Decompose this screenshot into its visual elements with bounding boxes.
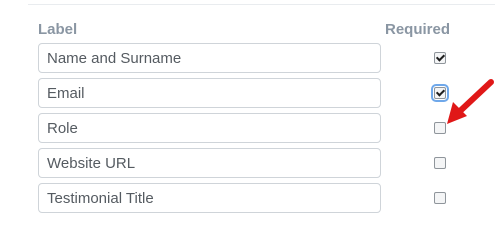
field-row-email: Email xyxy=(38,78,458,108)
top-divider xyxy=(28,4,495,5)
form-fields-panel: Label Required Name and Surname Email Ro… xyxy=(0,0,495,227)
field-label-text: Role xyxy=(47,120,78,137)
field-label-input-testimonial-title[interactable]: Testimonial Title xyxy=(38,183,381,213)
field-row-role: Role xyxy=(38,113,458,143)
field-row-name: Name and Surname xyxy=(38,43,458,73)
required-column-header: Required xyxy=(385,21,451,38)
red-arrow-icon xyxy=(447,79,494,124)
field-label-text: Email xyxy=(47,85,85,102)
field-label-text: Testimonial Title xyxy=(47,190,154,207)
field-label-input-website[interactable]: Website URL xyxy=(38,148,381,178)
field-row-website: Website URL xyxy=(38,148,458,178)
field-row-testimonial-title: Testimonial Title xyxy=(38,183,458,213)
required-checkbox-website[interactable] xyxy=(434,157,446,169)
label-column-header: Label xyxy=(38,21,78,38)
field-label-text: Name and Surname xyxy=(47,50,182,67)
required-checkbox-name[interactable] xyxy=(434,52,446,64)
field-label-input-name[interactable]: Name and Surname xyxy=(38,43,381,73)
field-label-text: Website URL xyxy=(47,155,136,172)
field-label-input-role[interactable]: Role xyxy=(38,113,381,143)
field-label-input-email[interactable]: Email xyxy=(38,78,381,108)
required-checkbox-testimonial-title[interactable] xyxy=(434,192,446,204)
